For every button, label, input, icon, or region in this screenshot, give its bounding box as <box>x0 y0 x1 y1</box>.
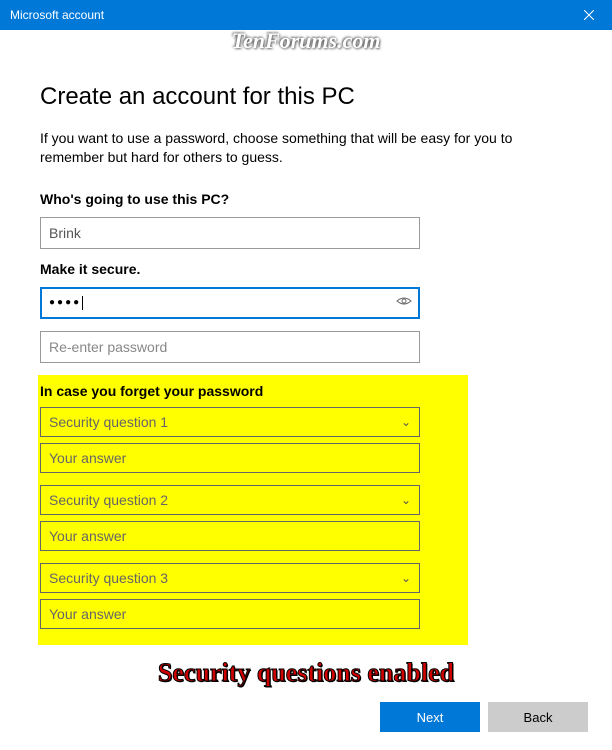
sa1-placeholder: Your answer <box>49 450 126 466</box>
sq1-placeholder: Security question 1 <box>49 414 168 430</box>
security-answer-2-input[interactable]: Your answer <box>40 521 420 551</box>
sa3-placeholder: Your answer <box>49 606 126 622</box>
content-area: Create an account for this PC If you wan… <box>0 30 612 645</box>
chevron-down-icon: ⌄ <box>401 415 411 429</box>
window-title: Microsoft account <box>10 8 566 22</box>
footer-buttons: Next Back <box>380 702 588 732</box>
password-input[interactable]: ●●●● <box>40 287 420 319</box>
titlebar: Microsoft account <box>0 0 612 30</box>
page-subtext: If you want to use a password, choose so… <box>40 129 572 167</box>
page-heading: Create an account for this PC <box>40 83 572 111</box>
reenter-placeholder: Re-enter password <box>49 339 167 355</box>
back-button[interactable]: Back <box>488 702 588 732</box>
close-icon <box>584 10 594 20</box>
chevron-down-icon: ⌄ <box>401 571 411 585</box>
sq2-placeholder: Security question 2 <box>49 492 168 508</box>
chevron-down-icon: ⌄ <box>401 493 411 507</box>
password-section-label: Make it secure. <box>40 261 572 277</box>
reenter-password-input[interactable]: Re-enter password <box>40 331 420 363</box>
text-cursor <box>82 296 83 310</box>
username-value: Brink <box>49 225 81 241</box>
security-answer-1-input[interactable]: Your answer <box>40 443 420 473</box>
security-section-label: In case you forget your password <box>38 383 468 399</box>
annotation-overlay: Security questions enabled <box>158 658 454 688</box>
next-button[interactable]: Next <box>380 702 480 732</box>
close-button[interactable] <box>566 0 612 30</box>
reveal-password-icon[interactable] <box>396 294 412 312</box>
security-question-3-select[interactable]: Security question 3 ⌄ <box>40 563 420 593</box>
sa2-placeholder: Your answer <box>49 528 126 544</box>
security-questions-highlight: In case you forget your password Securit… <box>38 375 468 645</box>
username-label: Who's going to use this PC? <box>40 191 572 207</box>
security-question-2-select[interactable]: Security question 2 ⌄ <box>40 485 420 515</box>
username-input[interactable]: Brink <box>40 217 420 249</box>
sq3-placeholder: Security question 3 <box>49 570 168 586</box>
security-answer-3-input[interactable]: Your answer <box>40 599 420 629</box>
security-question-1-select[interactable]: Security question 1 ⌄ <box>40 407 420 437</box>
password-masked-value: ●●●● <box>49 297 81 308</box>
